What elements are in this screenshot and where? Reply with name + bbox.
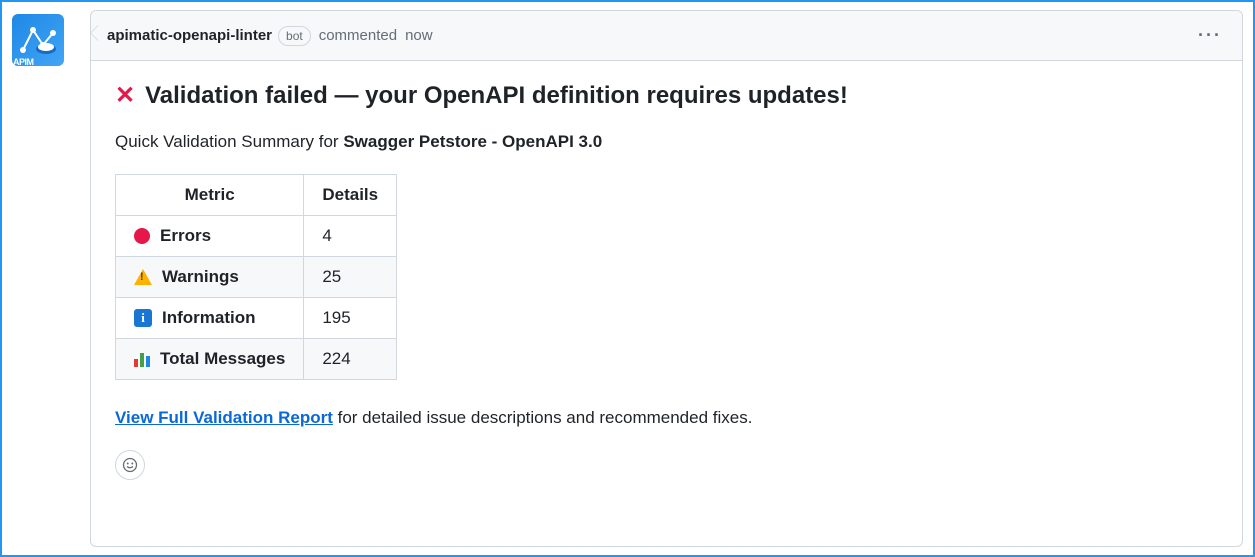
metric-label: Errors [160,226,211,246]
col-header-details: Details [304,175,397,216]
title-row: ✕ Validation failed — your OpenAPI defin… [115,81,1218,110]
summary-prefix: Quick Validation Summary for [115,132,343,151]
metric-value: 25 [304,257,397,298]
red-circle-icon [134,228,150,244]
metric-label: Information [162,308,256,328]
apimatic-logo-icon [18,25,58,55]
smiley-icon [122,457,138,473]
table-row: Errors 4 [116,216,397,257]
comment-box: apimatic-openapi-linter bot commented no… [90,10,1243,547]
comment-header: apimatic-openapi-linter bot commented no… [91,11,1242,61]
cross-icon: ✕ [115,81,135,110]
avatar-column: APIM [12,10,72,547]
kebab-menu-icon[interactable]: ··· [1194,21,1226,50]
metric-value: 224 [304,339,397,380]
bot-badge: bot [278,26,311,46]
metric-value: 4 [304,216,397,257]
col-header-metric: Metric [116,175,304,216]
footer-line: View Full Validation Report for detailed… [115,408,1218,428]
metrics-table: Metric Details Errors 4 [115,174,397,380]
table-row: i Information 195 [116,298,397,339]
avatar[interactable]: APIM [12,14,64,66]
metric-value: 195 [304,298,397,339]
info-square-icon: i [134,309,152,327]
validation-title: Validation failed — your OpenAPI definit… [145,82,848,110]
metric-label: Total Messages [160,349,285,369]
comment-action: commented [319,27,397,44]
summary-target: Swagger Petstore - OpenAPI 3.0 [343,132,602,151]
avatar-label: APIM [13,57,34,66]
metric-label: Warnings [162,267,239,287]
view-report-link[interactable]: View Full Validation Report [115,408,333,427]
comment-author[interactable]: apimatic-openapi-linter [107,27,272,44]
summary-line: Quick Validation Summary for Swagger Pet… [115,132,1218,152]
add-reaction-button[interactable] [115,450,145,480]
bar-chart-icon [134,351,150,367]
warning-triangle-icon [134,269,152,285]
comment-body: ✕ Validation failed — your OpenAPI defin… [91,61,1242,494]
table-row: Warnings 25 [116,257,397,298]
comment-container: APIM apimatic-openapi-linter bot comment… [2,2,1253,555]
footer-suffix: for detailed issue descriptions and reco… [333,408,753,427]
table-row: Total Messages 224 [116,339,397,380]
comment-timestamp[interactable]: now [405,27,433,44]
